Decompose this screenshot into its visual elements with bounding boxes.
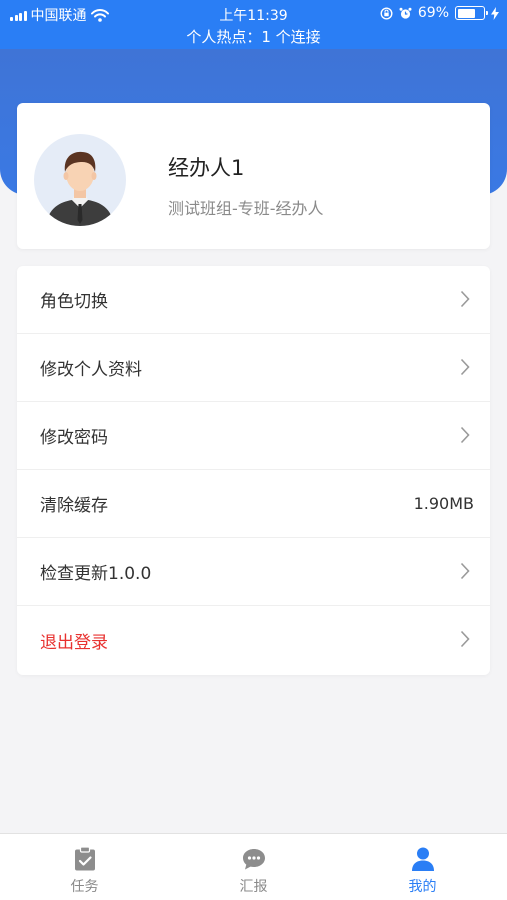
alarm-icon xyxy=(399,7,412,19)
rotation-lock-icon xyxy=(380,6,393,20)
settings-menu: 角色切换 修改个人资料 修改密码 清除缓存 1.90MB 检查更新1.0.0 退… xyxy=(17,266,490,675)
menu-item-label: 修改个人资料 xyxy=(40,360,142,380)
menu-item-label: 修改密码 xyxy=(40,428,108,448)
menu-item-clear-cache[interactable]: 清除缓存 1.90MB xyxy=(17,470,490,538)
profile-card: 经办人1 测试班组-专班-经办人 xyxy=(17,103,490,249)
menu-item-change-password[interactable]: 修改密码 xyxy=(17,402,490,470)
menu-item-switch-role[interactable]: 角色切换 xyxy=(17,266,490,334)
menu-item-label: 检查更新1.0.0 xyxy=(40,564,152,584)
menu-item-logout[interactable]: 退出登录 xyxy=(17,606,490,674)
profile-role: 测试班组-专班-经办人 xyxy=(168,199,324,218)
menu-item-label: 角色切换 xyxy=(40,292,108,312)
logout-label: 退出登录 xyxy=(40,632,108,653)
user-icon xyxy=(412,847,434,871)
chat-bubble-icon xyxy=(243,849,265,870)
charging-bolt-icon xyxy=(491,6,499,20)
bottom-tab-bar: 任务 汇报 我的 xyxy=(0,833,507,900)
chevron-right-icon xyxy=(460,562,470,580)
chevron-right-icon xyxy=(460,630,470,648)
profile-name: 经办人1 xyxy=(168,156,245,180)
tab-label: 汇报 xyxy=(239,879,268,895)
tab-tasks[interactable]: 任务 xyxy=(0,834,169,900)
clipboard-check-icon xyxy=(75,846,95,871)
chevron-right-icon xyxy=(460,426,470,444)
tab-label: 我的 xyxy=(408,879,437,895)
menu-item-check-update[interactable]: 检查更新1.0.0 xyxy=(17,538,490,606)
menu-item-label: 清除缓存 xyxy=(40,496,108,516)
tab-label: 任务 xyxy=(70,879,99,895)
user-avatar-icon xyxy=(46,151,114,226)
profile-screen: 中国联通 上午11:39 69% 个人热点：1 个连接 经办人1 测试班组-专班… xyxy=(0,0,507,900)
chevron-right-icon xyxy=(460,358,470,376)
tab-reports[interactable]: 汇报 xyxy=(169,834,338,900)
avatar xyxy=(34,134,126,226)
status-right: 69% xyxy=(380,5,499,21)
hotspot-banner[interactable]: 个人热点：1 个连接 xyxy=(0,27,507,49)
tab-mine[interactable]: 我的 xyxy=(338,834,507,900)
battery-percent: 69% xyxy=(417,5,449,21)
battery-icon xyxy=(455,6,488,20)
chevron-right-icon xyxy=(460,290,470,308)
menu-item-edit-profile[interactable]: 修改个人资料 xyxy=(17,334,490,402)
status-bar: 中国联通 上午11:39 69% xyxy=(0,0,507,27)
cache-size-value: 1.90MB xyxy=(413,494,474,513)
